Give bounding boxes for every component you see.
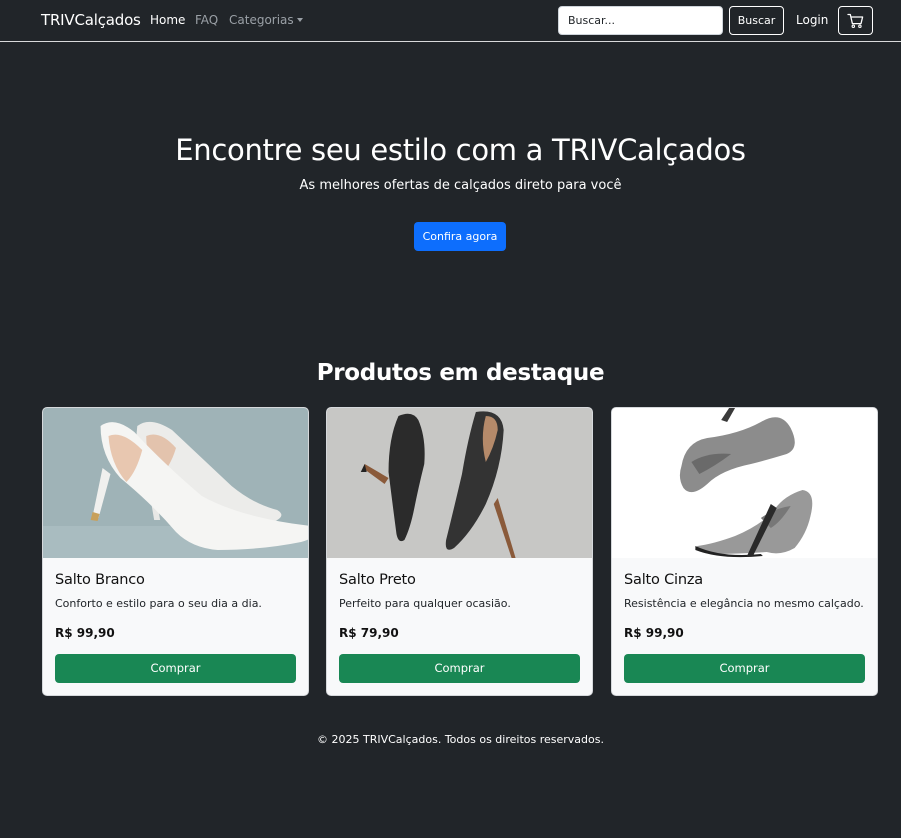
product-name: Salto Preto bbox=[339, 572, 416, 588]
product-name: Salto Cinza bbox=[624, 572, 703, 588]
nav-link-home[interactable]: Home bbox=[150, 13, 185, 27]
product-description: Conforto e estilo para o seu dia a dia. bbox=[55, 597, 262, 610]
hero-title: Encontre seu estilo com a TRIVCalçados bbox=[175, 133, 746, 167]
section-title: Produtos em destaque bbox=[316, 360, 605, 386]
nav-dropdown-label: Categorias bbox=[229, 13, 294, 27]
search-input[interactable] bbox=[558, 6, 723, 35]
product-description: Resistência e elegância no mesmo calçado… bbox=[624, 597, 864, 610]
cart-button[interactable] bbox=[838, 6, 873, 35]
product-image-black-heels bbox=[327, 408, 592, 558]
product-price: R$ 79,90 bbox=[339, 626, 399, 640]
product-price: R$ 99,90 bbox=[55, 626, 115, 640]
product-image-gray-heels bbox=[612, 408, 877, 558]
caret-down-icon bbox=[296, 18, 303, 22]
product-card-salto-preto: Salto Preto Perfeito para qualquer ocasi… bbox=[326, 407, 593, 696]
nav-link-faq[interactable]: FAQ bbox=[195, 13, 218, 27]
navbar: TRIVCalçados Home FAQ Categorias Buscar … bbox=[0, 0, 901, 42]
nav-dropdown-categorias[interactable]: Categorias bbox=[229, 13, 303, 27]
search-button[interactable]: Buscar bbox=[729, 6, 784, 35]
footer-copyright: © 2025 TRIVCalçados. Todos os direitos r… bbox=[317, 733, 604, 746]
product-description: Perfeito para qualquer ocasião. bbox=[339, 597, 511, 610]
product-name: Salto Branco bbox=[55, 572, 145, 588]
login-link[interactable]: Login bbox=[796, 13, 828, 27]
brand-logo[interactable]: TRIVCalçados bbox=[41, 11, 141, 29]
cart-icon bbox=[847, 13, 864, 28]
buy-button[interactable]: Comprar bbox=[339, 654, 580, 683]
product-price: R$ 99,90 bbox=[624, 626, 684, 640]
product-card-salto-branco: Salto Branco Conforto e estilo para o se… bbox=[42, 407, 309, 696]
hero-cta-button[interactable]: Confira agora bbox=[414, 222, 506, 251]
hero-subtitle: As melhores ofertas de calçados direto p… bbox=[299, 178, 622, 193]
buy-button[interactable]: Comprar bbox=[624, 654, 865, 683]
product-image-white-heels bbox=[43, 408, 308, 558]
buy-button[interactable]: Comprar bbox=[55, 654, 296, 683]
product-card-salto-cinza: Salto Cinza Resistência e elegância no m… bbox=[611, 407, 878, 696]
